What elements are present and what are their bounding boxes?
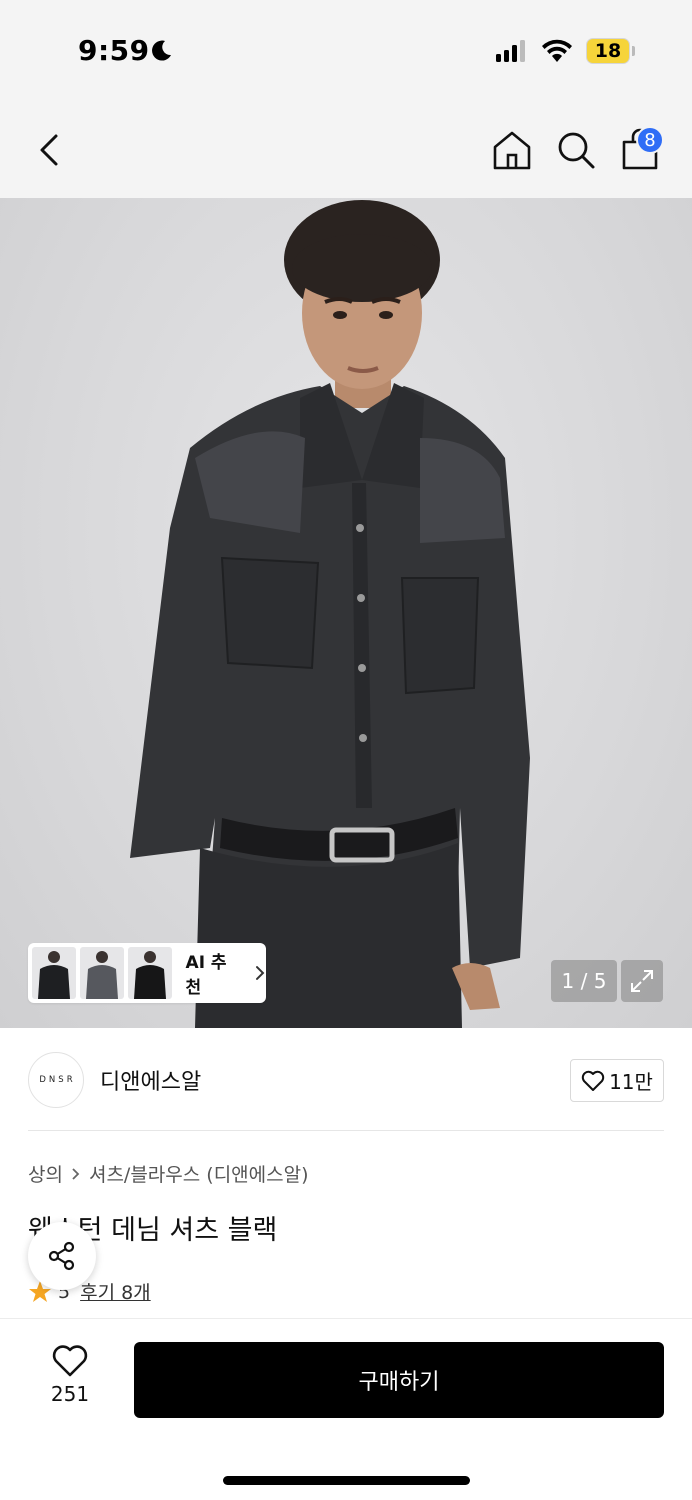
brand-like-button[interactable]: 11만 bbox=[570, 1059, 664, 1102]
recommendation-thumbnail bbox=[127, 947, 172, 999]
share-icon bbox=[48, 1241, 75, 1271]
recommendation-thumbnail bbox=[32, 947, 76, 999]
battery-cap bbox=[632, 46, 635, 56]
home-icon[interactable] bbox=[490, 128, 534, 172]
home-indicator bbox=[223, 1476, 470, 1485]
expand-button[interactable] bbox=[621, 960, 663, 1002]
brand-name[interactable]: 디앤에스알 bbox=[100, 1064, 201, 1096]
buy-button[interactable]: 구매하기 bbox=[134, 1342, 664, 1418]
recommendation-thumbnail bbox=[79, 947, 124, 999]
breadcrumb-item[interactable]: 셔츠/블라우스 (디앤에스알) bbox=[89, 1160, 309, 1187]
ai-recommendation-label: AI 추천 bbox=[185, 953, 227, 998]
breadcrumb-item[interactable]: 상의 bbox=[28, 1160, 63, 1187]
model-illustration bbox=[130, 200, 530, 1028]
chevron-right-icon bbox=[72, 1167, 80, 1180]
chevron-right-icon bbox=[256, 966, 265, 980]
brand-like-count: 11만 bbox=[609, 1070, 653, 1094]
wishlist-count: 251 bbox=[50, 1382, 90, 1406]
review-link[interactable]: 후기 8개 bbox=[80, 1278, 151, 1305]
wifi-icon bbox=[542, 39, 572, 62]
heart-icon bbox=[52, 1345, 88, 1377]
divider bbox=[28, 1130, 664, 1131]
share-button[interactable] bbox=[28, 1222, 96, 1290]
battery-indicator: 18 bbox=[586, 38, 630, 64]
heart-icon bbox=[581, 1070, 605, 1091]
status-time: 9:59 bbox=[78, 34, 150, 67]
brand-logo[interactable]: DNSR bbox=[28, 1052, 84, 1108]
image-page-indicator: 1 / 5 bbox=[551, 960, 617, 1002]
breadcrumb: 상의 셔츠/블라우스 (디앤에스알) bbox=[28, 1160, 309, 1187]
expand-icon bbox=[631, 970, 653, 992]
ai-recommendation-chip[interactable]: AI 추천 bbox=[28, 943, 266, 1003]
back-icon[interactable] bbox=[30, 130, 70, 170]
search-icon[interactable] bbox=[554, 128, 598, 172]
product-image[interactable] bbox=[0, 198, 692, 1028]
wishlist-button[interactable]: 251 bbox=[40, 1344, 100, 1416]
moon-icon bbox=[152, 40, 171, 61]
cellular-signal-icon bbox=[496, 40, 525, 62]
cart-count-badge: 8 bbox=[636, 126, 664, 154]
